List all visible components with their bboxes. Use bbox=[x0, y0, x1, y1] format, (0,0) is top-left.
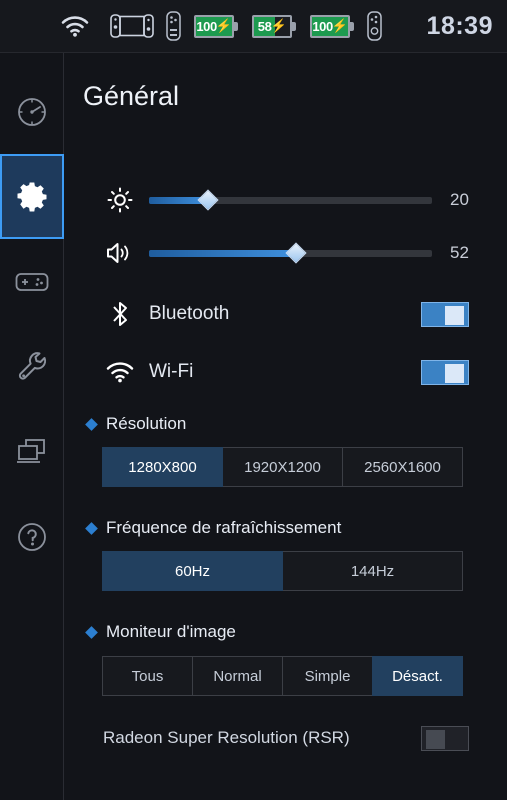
diamond-bullet-icon bbox=[85, 417, 98, 431]
toggle-knob bbox=[445, 363, 464, 383]
sidebar bbox=[0, 53, 64, 800]
sidebar-item-display[interactable] bbox=[0, 409, 64, 494]
diamond-bullet-icon bbox=[85, 521, 98, 535]
gear-icon bbox=[15, 180, 49, 214]
resolution-option-2560x1600[interactable]: 2560X1600 bbox=[342, 447, 463, 487]
left-joycon-icon bbox=[166, 11, 181, 41]
bluetooth-toggle[interactable] bbox=[421, 301, 469, 327]
battery-cap bbox=[350, 21, 354, 31]
image-monitor-option-desact[interactable]: Désact. bbox=[372, 656, 463, 696]
rsr-row: Radeon Super Resolution (RSR) bbox=[65, 721, 507, 755]
gamepad-icon bbox=[15, 269, 49, 295]
sidebar-item-controller[interactable] bbox=[0, 239, 64, 324]
resolution-title: Résolution bbox=[106, 414, 187, 433]
wifi-label: Wi-Fi bbox=[149, 361, 194, 382]
brightness-value: 20 bbox=[450, 190, 469, 209]
charging-bolt-icon: ⚡ bbox=[215, 18, 232, 33]
image-monitor-option-normal[interactable]: Normal bbox=[192, 656, 283, 696]
help-circle-icon bbox=[16, 521, 48, 553]
page-title: Général bbox=[83, 81, 180, 111]
wifi-icon bbox=[97, 360, 143, 384]
rsr-label: Radeon Super Resolution (RSR) bbox=[103, 728, 350, 747]
volume-icon bbox=[97, 240, 143, 266]
battery-level: 58 bbox=[257, 18, 272, 34]
toggle-knob bbox=[426, 729, 445, 749]
handheld-device-icon bbox=[110, 13, 154, 39]
bluetooth-row: Bluetooth bbox=[65, 294, 507, 334]
wrench-icon bbox=[17, 351, 47, 383]
sidebar-item-tools[interactable] bbox=[0, 324, 64, 409]
battery-label: 100 ⚡ bbox=[310, 15, 350, 38]
volume-slider-row: 52 bbox=[65, 233, 507, 273]
bluetooth-label: Bluetooth bbox=[149, 303, 230, 324]
volume-track[interactable] bbox=[149, 242, 432, 264]
brightness-icon bbox=[97, 187, 143, 213]
battery-2: 58 ⚡ bbox=[252, 14, 296, 38]
refresh-rate-title: Fréquence de rafraîchissement bbox=[106, 518, 342, 537]
refresh-rate-segments: 60Hz 144Hz bbox=[102, 551, 463, 591]
diamond-bullet-icon bbox=[85, 625, 98, 639]
sidebar-item-help[interactable] bbox=[0, 494, 64, 579]
main-panel: Général 20 52 Bluetooth Wi-Fi Résolution… bbox=[65, 53, 507, 800]
refresh-rate-heading: Fréquence de rafraîchissement bbox=[85, 518, 342, 538]
brightness-track[interactable] bbox=[149, 189, 432, 211]
battery-1: 100 ⚡ bbox=[194, 14, 238, 38]
wifi-toggle[interactable] bbox=[421, 359, 469, 385]
battery-cap bbox=[292, 21, 296, 31]
display-windows-icon bbox=[16, 437, 48, 467]
refresh-rate-option-60hz[interactable]: 60Hz bbox=[102, 551, 283, 591]
battery-label: 58 ⚡ bbox=[252, 15, 292, 38]
refresh-rate-option-144hz[interactable]: 144Hz bbox=[282, 551, 463, 591]
battery-label: 100 ⚡ bbox=[194, 15, 234, 38]
brightness-thumb[interactable] bbox=[197, 189, 220, 211]
image-monitor-option-tous[interactable]: Tous bbox=[102, 656, 193, 696]
sidebar-item-settings[interactable] bbox=[0, 154, 64, 239]
volume-value: 52 bbox=[450, 243, 469, 262]
performance-gauge-icon bbox=[16, 96, 48, 128]
sidebar-item-performance[interactable] bbox=[0, 69, 64, 154]
charging-bolt-icon: ⚡ bbox=[331, 18, 348, 33]
battery-3: 100 ⚡ bbox=[310, 14, 354, 38]
brightness-slider-row: 20 bbox=[65, 180, 507, 220]
image-monitor-segments: Tous Normal Simple Désact. bbox=[102, 656, 463, 696]
volume-thumb[interactable] bbox=[285, 242, 307, 264]
status-bar: 100 ⚡ 58 ⚡ 100 ⚡ 18:39 bbox=[0, 0, 507, 53]
battery-cap bbox=[234, 21, 238, 31]
right-joycon-icon bbox=[367, 11, 382, 41]
status-bar-icons: 100 ⚡ 58 ⚡ 100 ⚡ bbox=[60, 0, 382, 52]
volume-fill bbox=[149, 249, 297, 257]
resolution-segments: 1280X800 1920X1200 2560X1600 bbox=[102, 447, 463, 487]
toggle-knob bbox=[445, 305, 464, 325]
rsr-toggle[interactable] bbox=[421, 725, 469, 751]
image-monitor-option-simple[interactable]: Simple bbox=[282, 656, 373, 696]
clock: 18:39 bbox=[426, 11, 493, 40]
bluetooth-icon bbox=[97, 299, 143, 329]
image-monitor-heading: Moniteur d'image bbox=[85, 622, 236, 642]
resolution-option-1280x800[interactable]: 1280X800 bbox=[102, 447, 223, 487]
wifi-icon bbox=[60, 14, 90, 38]
resolution-heading: Résolution bbox=[85, 414, 187, 434]
battery-level: 100 bbox=[312, 18, 333, 34]
charging-bolt-icon: ⚡ bbox=[270, 18, 287, 33]
battery-level: 100 bbox=[196, 18, 217, 34]
image-monitor-title: Moniteur d'image bbox=[106, 622, 236, 641]
resolution-option-1920x1200[interactable]: 1920X1200 bbox=[222, 447, 343, 487]
wifi-row: Wi-Fi bbox=[65, 352, 507, 392]
